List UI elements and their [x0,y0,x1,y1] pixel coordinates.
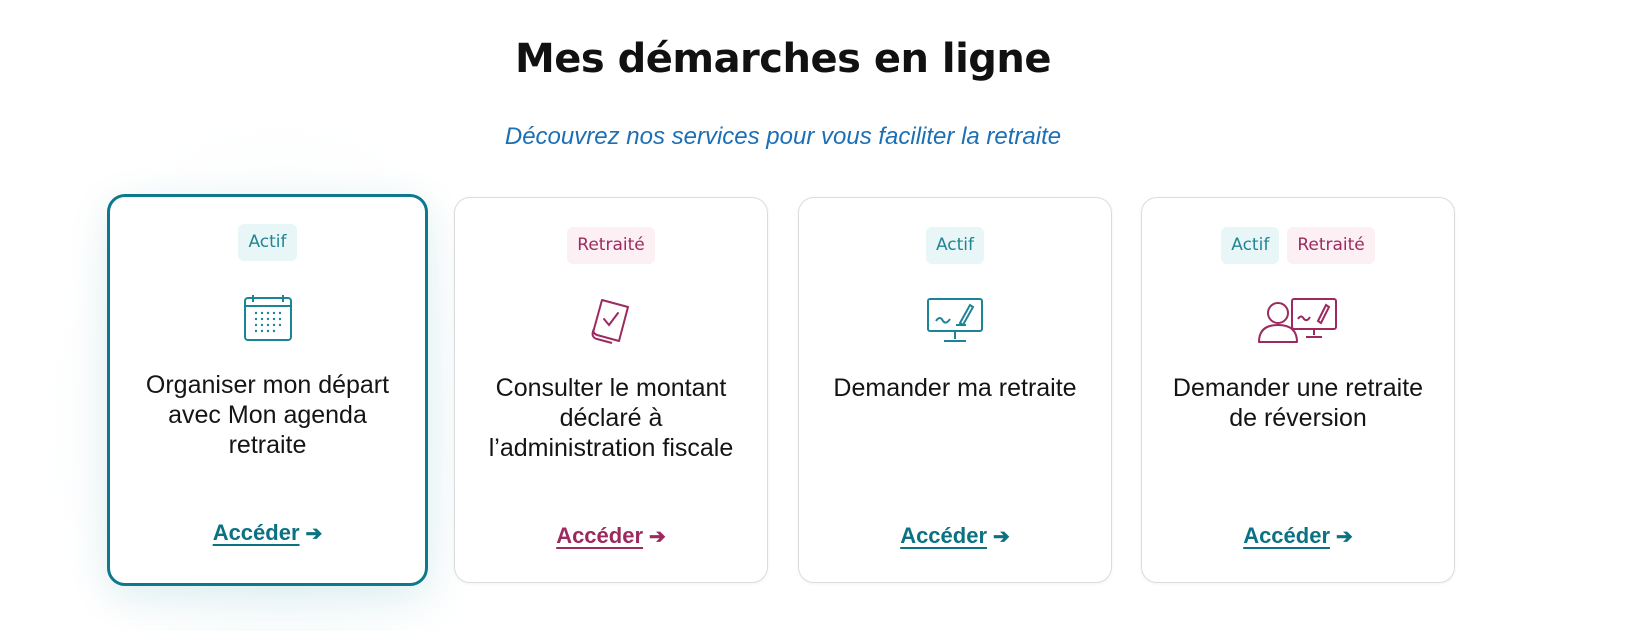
arrow-right-icon: ➔ [993,526,1010,548]
card-title: Demander une retraite de réversion [1172,374,1424,432]
acceder-label: Accéder [900,523,988,548]
arrow-right-icon: ➔ [305,523,323,545]
card-montant-declare[interactable]: Retraité Consulter le montant déclaré à … [454,197,768,583]
card-mon-agenda-retraite[interactable]: Actif Organiser mon départ avec Mon agen… [107,194,428,586]
arrow-right-icon: ➔ [649,526,666,548]
tag-list: Actif [110,224,425,261]
card-title: Demander ma retraite [833,374,1077,402]
acceder-link[interactable]: Accéder ➔ [799,523,1111,549]
page-title: Mes démarches en ligne [514,36,1052,82]
acceder-link[interactable]: Accéder ➔ [110,520,425,546]
card-demander-retraite[interactable]: Actif Demander ma retraite Accéder ➔ [798,197,1112,583]
tag-list: Actif [799,227,1111,264]
tag-actif: Actif [1221,227,1280,264]
tag-actif: Actif [925,227,985,264]
card-title: Consulter le montant déclaré à l’adminis… [488,374,734,462]
acceder-label: Accéder [1243,523,1331,548]
tag-actif: Actif [238,224,297,261]
acceder-label: Accéder [212,520,300,545]
arrow-right-icon: ➔ [1336,526,1353,548]
acceder-link[interactable]: Accéder ➔ [1142,523,1454,549]
computer-signature-icon [913,297,997,347]
tag-list: Actif Retraité [1142,227,1454,264]
signed-document-icon [569,297,653,347]
tag-retraite: Retraité [567,227,655,264]
acceder-label: Accéder [556,523,644,548]
acceder-link[interactable]: Accéder ➔ [455,523,767,549]
card-retraite-reversion[interactable]: Actif Retraité Demander une retraite de … [1141,197,1455,583]
tag-list: Retraité [455,227,767,264]
tag-retraite: Retraité [1287,227,1375,264]
person-computer-icon [1256,297,1340,347]
calendar-icon [226,294,310,344]
card-title: Organiser mon départ avec Mon agenda ret… [145,371,390,459]
